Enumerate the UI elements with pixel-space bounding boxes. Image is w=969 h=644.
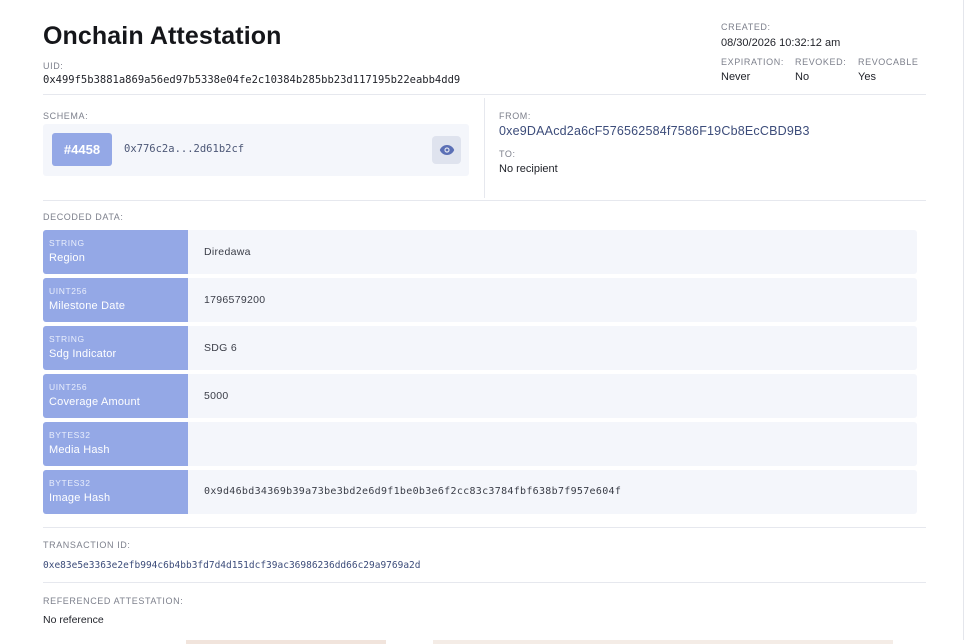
divider (43, 527, 926, 528)
revoked-value: No (795, 71, 810, 83)
decoded-row: STRING Region Diredawa (43, 230, 917, 274)
schema-label: SCHEMA: (43, 111, 89, 121)
field-value: Diredawa (204, 246, 251, 258)
divider (43, 94, 926, 95)
transaction-id-link[interactable]: 0xe83e5e3363e2efb994c6b4bb3fd7d4d151dcf3… (43, 560, 421, 571)
field-type: STRING (49, 334, 85, 344)
revoked-label: REVOKED: (795, 57, 847, 67)
created-value: 08/30/2026 10:32:12 am (721, 37, 841, 49)
field-type: UINT256 (49, 382, 88, 392)
field-value: 5000 (204, 390, 229, 402)
to-label: TO: (499, 149, 516, 159)
field-value: SDG 6 (204, 342, 238, 354)
field-type: BYTES32 (49, 430, 91, 440)
field-name: Coverage Amount (49, 396, 141, 408)
field-value: 0x9d46bd34369b39a73be3bd2e6d9f1be0b3e6f2… (204, 486, 622, 497)
decoded-row: UINT256 Coverage Amount 5000 (43, 374, 917, 418)
field-type: BYTES32 (49, 478, 91, 488)
divider-vertical (484, 98, 485, 198)
footer-strip (186, 640, 386, 644)
uid-label: UID: (43, 61, 64, 71)
field-name: Media Hash (49, 444, 110, 456)
divider (43, 582, 926, 583)
referenced-attestation-label: REFERENCED ATTESTATION: (43, 596, 184, 606)
field-type: UINT256 (49, 286, 88, 296)
from-label: FROM: (499, 111, 531, 121)
decoded-field-cell: UINT256 Milestone Date (43, 278, 188, 322)
view-schema-button[interactable] (432, 136, 461, 164)
schema-hash[interactable]: 0x776c2a...2d61b2cf (124, 143, 244, 155)
schema-box: #4458 0x776c2a...2d61b2cf (43, 124, 469, 176)
divider (43, 200, 926, 201)
referenced-attestation-value: No reference (43, 614, 104, 626)
created-label: CREATED: (721, 22, 771, 32)
decoded-field-cell: BYTES32 Media Hash (43, 422, 188, 466)
field-name: Region (49, 252, 86, 264)
schema-badge[interactable]: #4458 (52, 133, 112, 166)
field-name: Image Hash (49, 492, 111, 504)
attestation-card: Onchain Attestation UID: 0x499f5b3881a86… (0, 0, 964, 640)
revocable-value: Yes (858, 71, 876, 83)
decoded-field-cell: UINT256 Coverage Amount (43, 374, 188, 418)
revocable-label: REVOCABLE (858, 57, 919, 67)
decoded-data-label: DECODED DATA: (43, 212, 124, 222)
decoded-field-cell: STRING Region (43, 230, 188, 274)
decoded-field-cell: BYTES32 Image Hash (43, 470, 188, 514)
decoded-row: BYTES32 Image Hash 0x9d46bd34369b39a73be… (43, 470, 917, 514)
decoded-field-cell: STRING Sdg Indicator (43, 326, 188, 370)
field-value: 1796579200 (204, 294, 266, 306)
page-title: Onchain Attestation (43, 22, 282, 50)
uid-value: 0x499f5b3881a869a56ed97b5338e04fe2c10384… (43, 74, 461, 86)
transaction-id-label: TRANSACTION ID: (43, 540, 131, 550)
field-name: Milestone Date (49, 300, 126, 312)
from-address-link[interactable]: 0xe9DAAcd2a6cF576562584f7586F19Cb8EcCBD9… (499, 124, 810, 138)
decoded-row: BYTES32 Media Hash (43, 422, 917, 466)
decoded-row: STRING Sdg Indicator SDG 6 (43, 326, 917, 370)
field-name: Sdg Indicator (49, 348, 117, 360)
to-value: No recipient (499, 163, 558, 175)
decoded-row: UINT256 Milestone Date 1796579200 (43, 278, 917, 322)
expiration-label: EXPIRATION: (721, 57, 784, 67)
eye-icon (439, 145, 454, 155)
field-type: STRING (49, 238, 85, 248)
footer-strip (433, 640, 893, 644)
expiration-value: Never (721, 71, 751, 83)
